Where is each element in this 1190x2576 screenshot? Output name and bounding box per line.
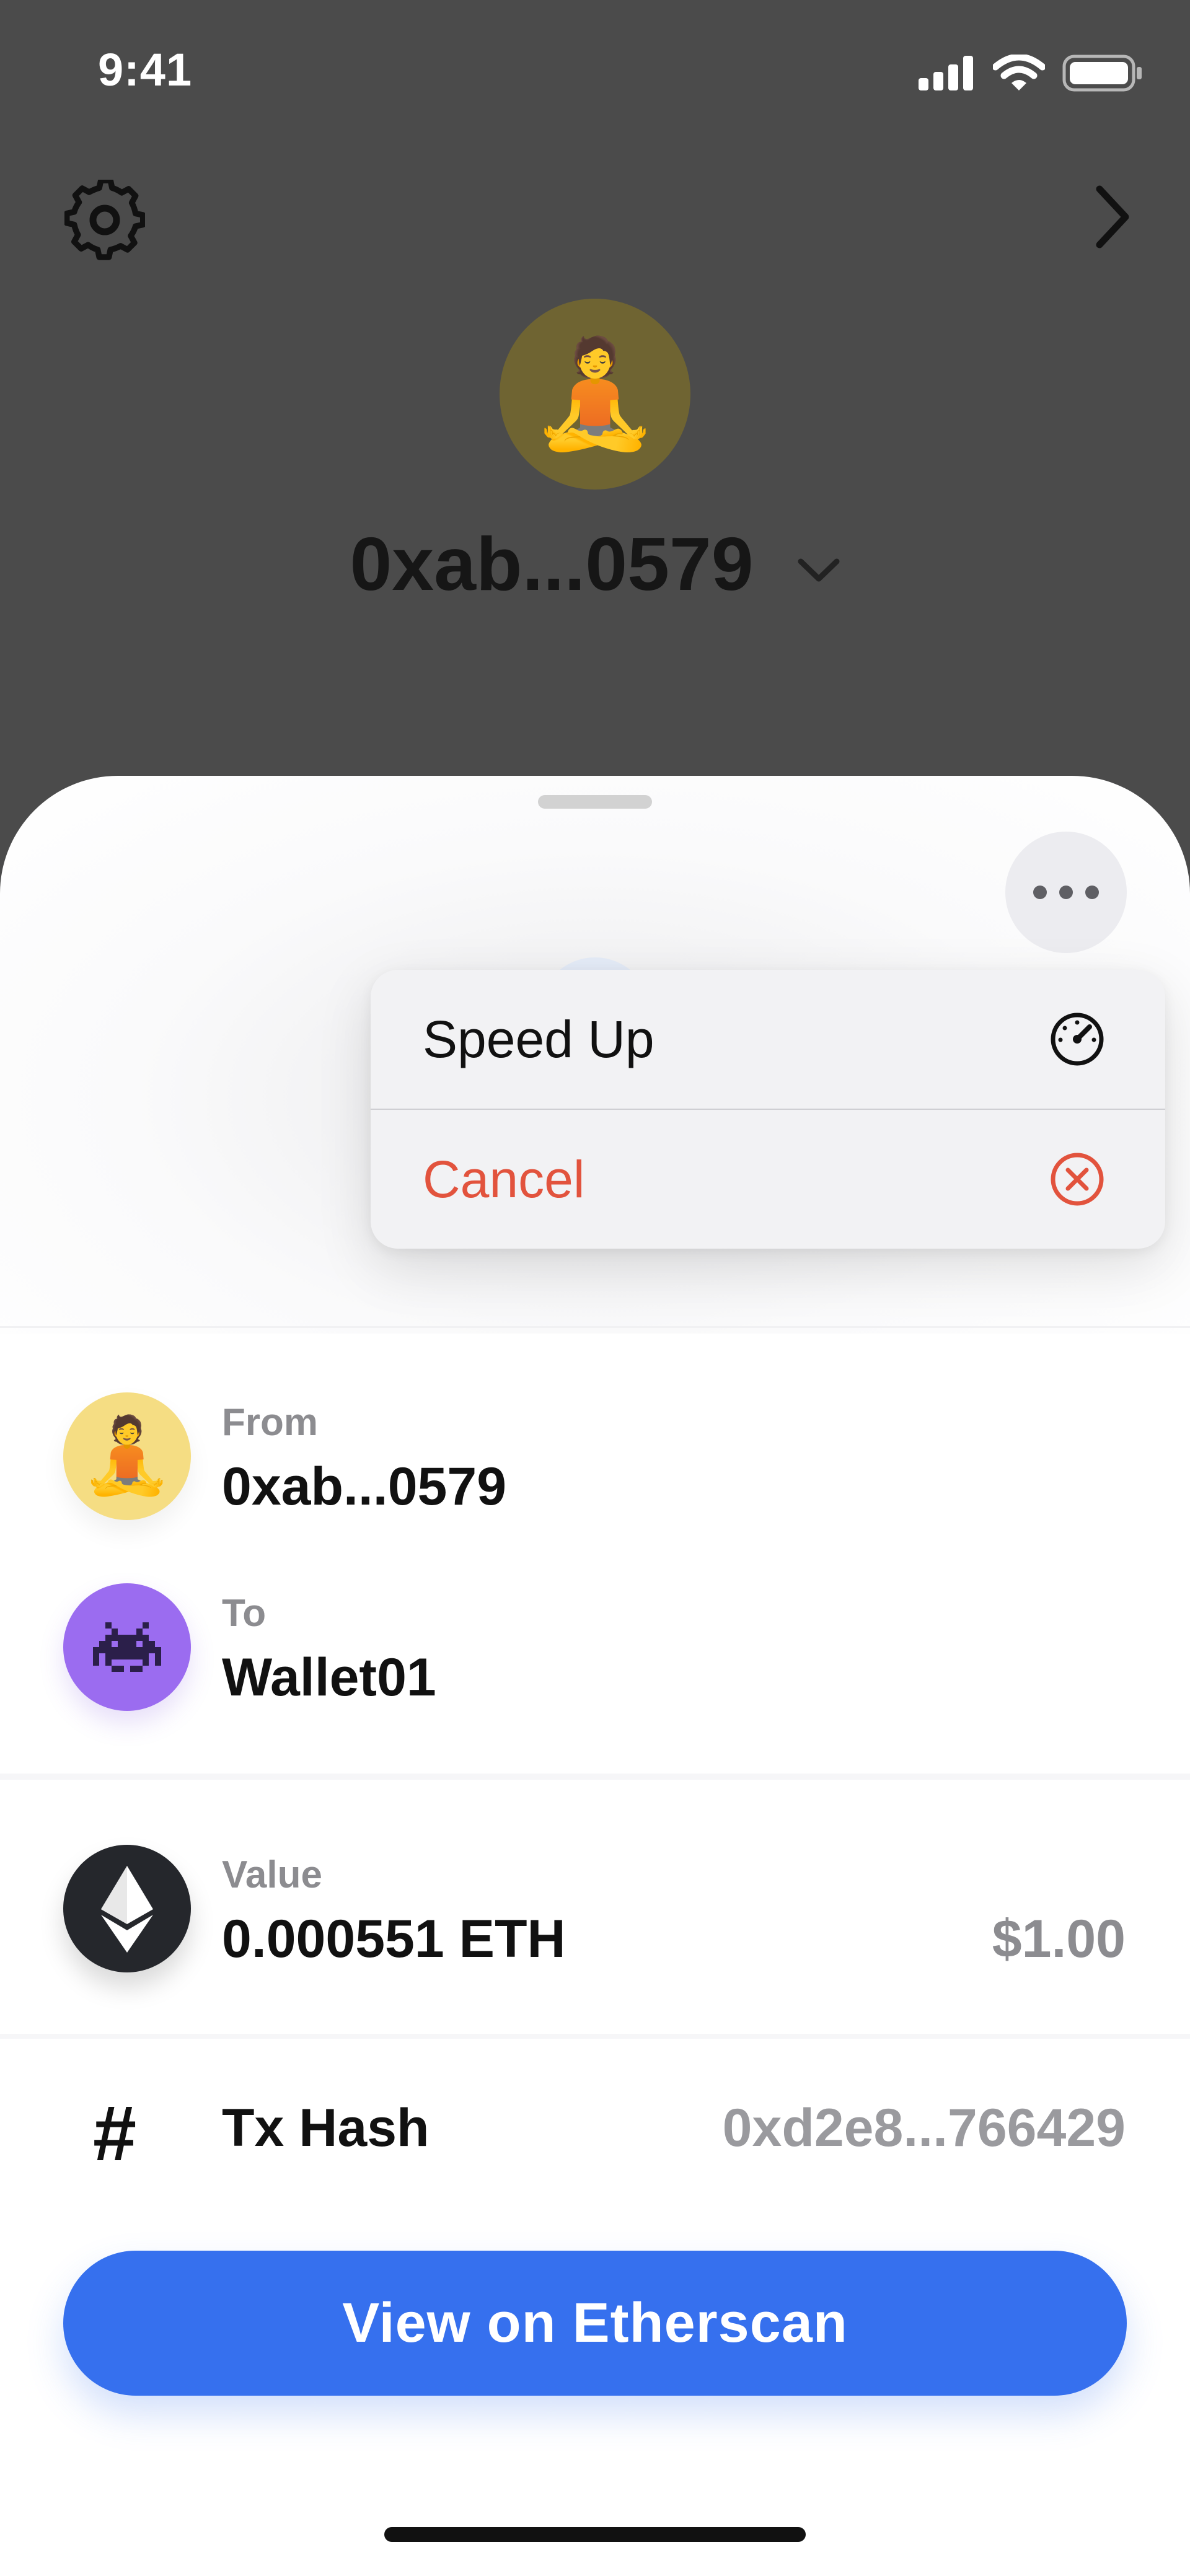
sheet-grabber[interactable]: [538, 795, 652, 809]
from-avatar: 🧘: [63, 1392, 191, 1520]
divider: [0, 2034, 1190, 2039]
value-amount: 0.000551 ETH: [222, 1909, 566, 1969]
more-dot-icon: [1059, 886, 1073, 899]
menu-item-label: Speed Up: [423, 1009, 654, 1068]
account-selector[interactable]: 0xab...0579: [0, 521, 1190, 607]
home-indicator[interactable]: [384, 2527, 806, 2542]
status-time: 9:41: [98, 44, 193, 95]
divider: [0, 1326, 1190, 1328]
space-invader-icon: [93, 1622, 161, 1672]
cellular-signal-icon: [919, 56, 973, 90]
menu-item-label: Cancel: [423, 1150, 585, 1208]
to-label: To: [222, 1592, 267, 1635]
menu-item-cancel[interactable]: Cancel: [371, 1110, 1165, 1249]
tx-hash-value[interactable]: 0xd2e8...766429: [723, 2098, 1126, 2159]
more-options-button[interactable]: [1005, 832, 1127, 953]
chevron-right-icon[interactable]: [1091, 183, 1134, 251]
to-address: Wallet01: [222, 1648, 436, 1707]
transaction-options-menu: Speed Up Cancel: [371, 970, 1165, 1249]
battery-icon: [1062, 55, 1142, 92]
tx-hash-label: Tx Hash: [222, 2098, 430, 2158]
from-label: From: [222, 1401, 318, 1444]
from-address: 0xab...0579: [222, 1457, 507, 1516]
eth-avatar: [63, 1845, 191, 1972]
more-dot-icon: [1085, 886, 1099, 899]
speedometer-icon: [1051, 1013, 1104, 1066]
account-address: 0xab...0579: [350, 522, 754, 606]
hash-icon: #: [93, 2090, 137, 2177]
wifi-icon: [993, 55, 1045, 90]
divider: [0, 1774, 1190, 1780]
ethereum-icon: [101, 1866, 153, 1953]
status-icons: [919, 55, 1143, 92]
settings-gear-icon[interactable]: [64, 180, 145, 260]
value-label: Value: [222, 1853, 322, 1896]
more-dot-icon: [1033, 886, 1047, 899]
menu-item-speed-up[interactable]: Speed Up: [371, 970, 1165, 1109]
account-avatar[interactable]: 🧘: [500, 299, 690, 490]
cancel-circle-x-icon: [1051, 1153, 1104, 1206]
view-on-etherscan-button[interactable]: View on Etherscan: [63, 2251, 1127, 2396]
value-usd: $1.00: [992, 1909, 1126, 1969]
chevron-down-icon: [798, 558, 840, 582]
to-avatar: [63, 1583, 191, 1711]
